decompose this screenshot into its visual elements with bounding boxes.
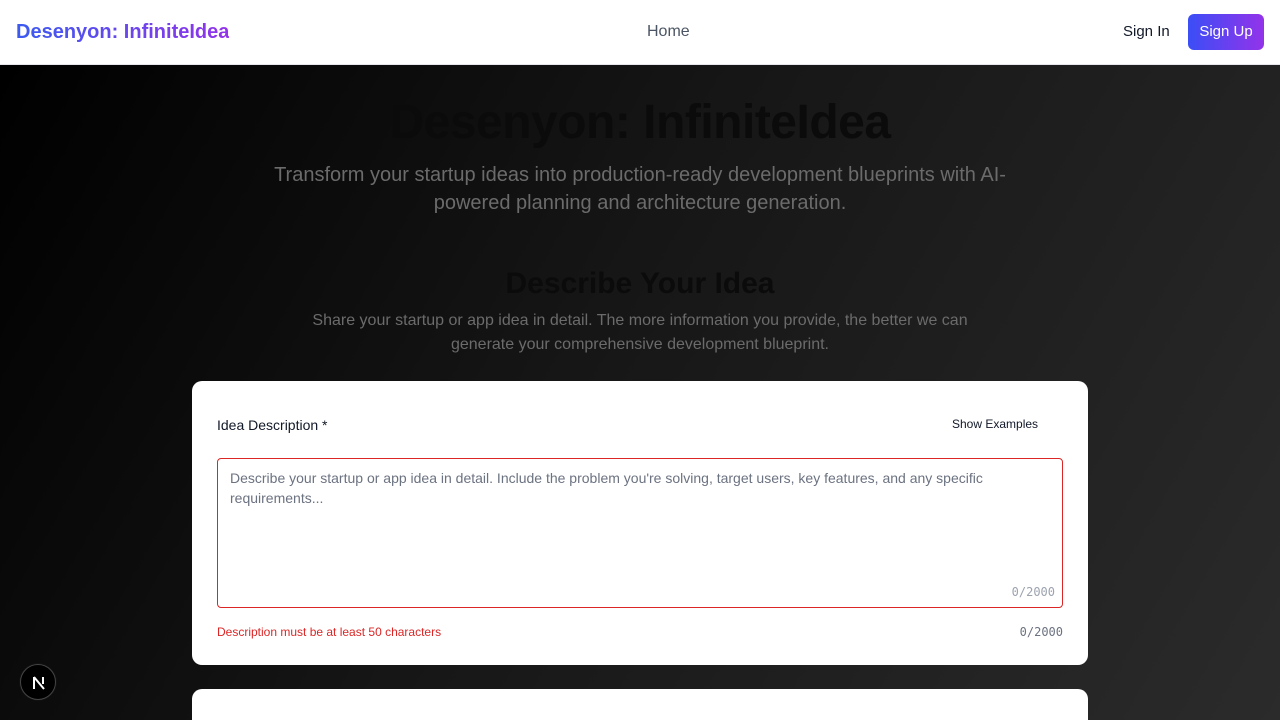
section-title: Describe Your Idea xyxy=(505,267,775,300)
nextjs-dev-badge[interactable] xyxy=(20,664,56,700)
idea-description-label: Idea Description * xyxy=(217,417,328,433)
sign-up-button[interactable]: Sign Up xyxy=(1188,14,1264,50)
idea-form-card: Idea Description * Show Examples Describ… xyxy=(192,381,1088,665)
hero-title: Desenyon: InfiniteIdea xyxy=(389,96,891,149)
nextjs-icon xyxy=(33,676,45,690)
brand-logo-link[interactable]: Desenyon: InfiniteIdea xyxy=(16,19,229,45)
idea-description-textarea[interactable]: Describe your startup or app idea in det… xyxy=(217,458,1063,608)
show-examples-button[interactable]: Show Examples xyxy=(952,415,1038,433)
main-content: Desenyon: InfiniteIdea Transform your st… xyxy=(0,65,1280,720)
hero-subtitle: Transform your startup ideas into produc… xyxy=(274,164,1006,214)
char-counter: 0/2000 xyxy=(1019,625,1063,639)
top-navbar: Desenyon: InfiniteIdea Home Sign In Sign… xyxy=(0,0,1280,65)
next-form-card xyxy=(192,689,1088,720)
textarea-char-counter: 0/2000 xyxy=(1011,585,1055,599)
section-subtitle: Share your startup or app idea in detail… xyxy=(312,312,968,353)
sign-in-button[interactable]: Sign In xyxy=(1123,22,1170,42)
nav-home-link[interactable]: Home xyxy=(647,22,690,42)
validation-error-message: Description must be at least 50 characte… xyxy=(217,625,442,639)
textarea-placeholder: Describe your startup or app idea in det… xyxy=(230,470,983,506)
